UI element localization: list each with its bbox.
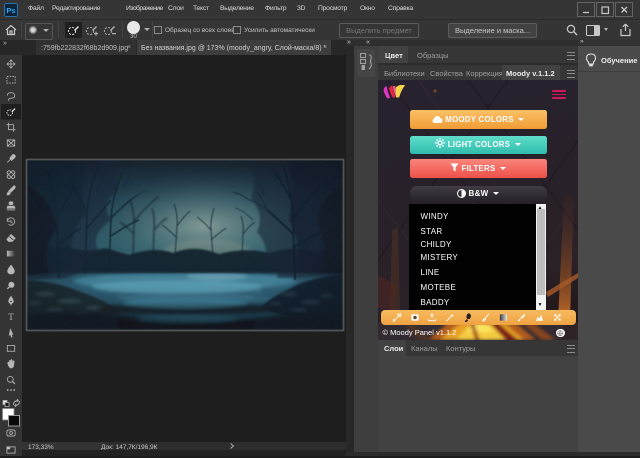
svg-text:Ps: Ps — [6, 6, 15, 15]
svg-text:T: T — [8, 312, 14, 322]
